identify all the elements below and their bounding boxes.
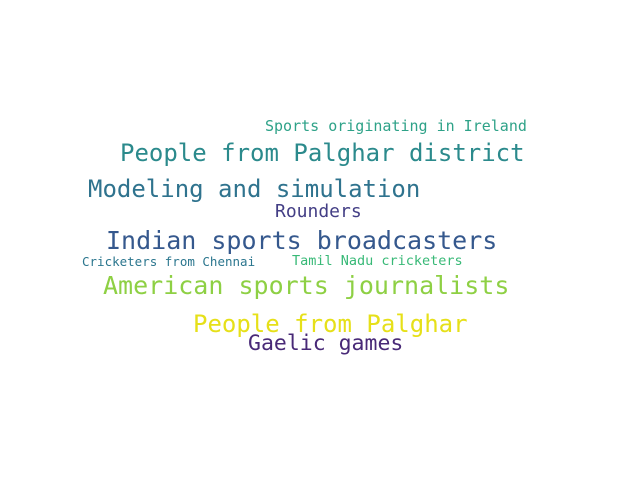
- word-cricketers-from-chennai: Cricketers from Chennai: [82, 254, 256, 269]
- word-rounders: Rounders: [275, 201, 362, 222]
- word-american-sports-journalists: American sports journalists: [103, 271, 510, 300]
- word-people-from-palghar-district: People from Palghar district: [120, 139, 525, 167]
- word-gaelic-games: Gaelic games: [248, 331, 404, 356]
- word-modeling-and-simulation: Modeling and simulation: [88, 175, 421, 203]
- word-indian-sports-broadcasters: Indian sports broadcasters: [106, 226, 498, 255]
- word-sports-originating-in-ireland: Sports originating in Ireland: [265, 117, 527, 135]
- word-cloud: Sports originating in Ireland People fro…: [0, 0, 640, 480]
- word-tamil-nadu-cricketers: Tamil Nadu cricketers: [292, 253, 463, 269]
